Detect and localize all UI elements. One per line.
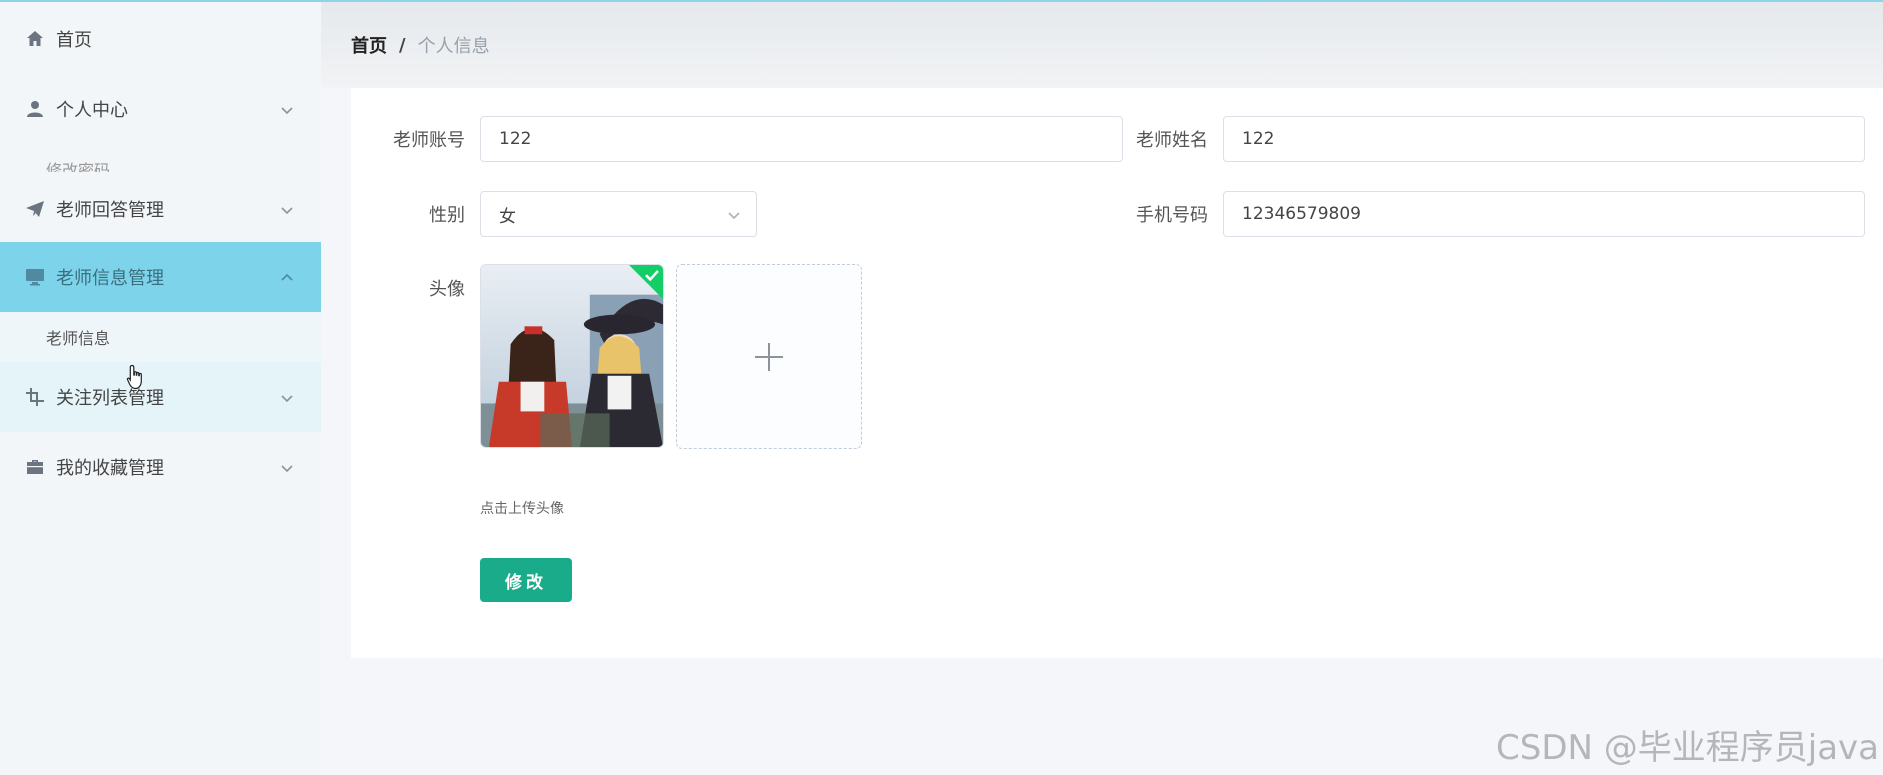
sidebar-item-teacher-answers[interactable]: 老师回答管理 bbox=[0, 174, 321, 244]
sidebar: 首页 个人中心 修改密码 老师回答管理 老师信息管理 老师信息 关注列表管理 我… bbox=[0, 2, 321, 775]
sidebar-subitem-teacher-info[interactable]: 老师信息 bbox=[0, 312, 321, 362]
chevron-down-icon bbox=[726, 207, 742, 223]
user-icon bbox=[24, 98, 46, 120]
chevron-down-icon bbox=[280, 102, 294, 116]
sidebar-subitem-change-password[interactable]: 修改密码 bbox=[46, 160, 146, 172]
submit-button[interactable]: 修改 bbox=[480, 558, 572, 602]
paper-plane-icon bbox=[24, 198, 46, 220]
sidebar-item-my-favorites[interactable]: 我的收藏管理 bbox=[0, 432, 321, 502]
monitor-icon bbox=[24, 266, 46, 288]
breadcrumb-current: 个人信息 bbox=[417, 36, 490, 57]
home-icon bbox=[24, 28, 46, 50]
upload-success-check-icon bbox=[629, 265, 663, 299]
avatar-label: 头像 bbox=[429, 279, 465, 300]
phone-input[interactable]: 12346579809 bbox=[1223, 191, 1865, 237]
sidebar-subitem-label: 老师信息 bbox=[46, 329, 111, 348]
sidebar-item-label: 关注列表管理 bbox=[56, 388, 164, 409]
sidebar-item-label: 个人中心 bbox=[56, 100, 128, 121]
sidebar-item-label: 老师信息管理 bbox=[56, 268, 164, 289]
name-input[interactable]: 122 bbox=[1223, 116, 1865, 162]
breadcrumb-separator: / bbox=[399, 34, 406, 56]
breadcrumb-home-link[interactable]: 首页 bbox=[351, 32, 387, 58]
sidebar-item-label: 老师回答管理 bbox=[56, 200, 164, 221]
sidebar-item-label: 我的收藏管理 bbox=[56, 458, 164, 479]
chevron-up-icon bbox=[280, 270, 294, 284]
upload-hint: 点击上传头像 bbox=[480, 501, 564, 517]
crop-icon bbox=[24, 386, 46, 408]
hand-pointer-cursor-icon bbox=[126, 364, 142, 390]
chevron-down-icon bbox=[280, 202, 294, 216]
phone-label: 手机号码 bbox=[1136, 205, 1208, 226]
chevron-down-icon bbox=[280, 390, 294, 404]
account-input[interactable]: 122 bbox=[480, 116, 1123, 162]
breadcrumb: 首页 / 个人信息 bbox=[351, 32, 490, 58]
gender-select[interactable]: 女 bbox=[480, 191, 757, 237]
sidebar-item-home[interactable]: 首页 bbox=[0, 4, 321, 74]
gender-label: 性别 bbox=[429, 205, 465, 226]
avatar-image[interactable] bbox=[480, 264, 664, 448]
sidebar-item-teacher-info[interactable]: 老师信息管理 bbox=[0, 242, 321, 312]
watermark: CSDN @毕业程序员java bbox=[1496, 728, 1879, 768]
sidebar-item-personal-center[interactable]: 个人中心 bbox=[0, 74, 321, 144]
avatar-upload-button[interactable] bbox=[676, 264, 862, 449]
account-label: 老师账号 bbox=[393, 130, 465, 151]
sidebar-item-label: 首页 bbox=[56, 30, 92, 51]
briefcase-icon bbox=[24, 456, 46, 478]
page-header: 首页 / 个人信息 bbox=[321, 2, 1883, 88]
chevron-down-icon bbox=[280, 460, 294, 474]
name-label: 老师姓名 bbox=[1136, 130, 1208, 151]
gender-selected-value: 女 bbox=[499, 206, 516, 227]
plus-icon bbox=[755, 342, 783, 371]
sidebar-item-follow-list[interactable]: 关注列表管理 bbox=[0, 362, 321, 432]
